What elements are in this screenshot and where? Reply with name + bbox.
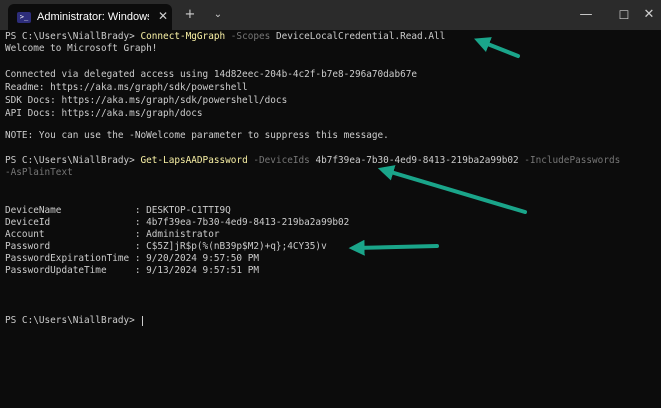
command-line-laps: PS C:\Users\NiallBrady> Get-LapsAADPassw…: [5, 155, 620, 167]
command-line-connect: PS C:\Users\NiallBrady> Connect-MgGraph …: [5, 31, 445, 43]
parameter-continuation: -AsPlainText: [5, 167, 73, 178]
result-row-device-id: DeviceId : 4b7f39ea-7b30-4ed9-8413-219ba…: [5, 217, 350, 228]
title-bar: >_ Administrator: Windows PowerShell ✕ +…: [0, 0, 661, 30]
output-line: Welcome to Microsoft Graph!: [5, 43, 158, 54]
output-line: Readme: https://aka.ms/graph/sdk/powersh…: [5, 82, 248, 93]
parameter: -DeviceIds: [247, 155, 310, 166]
close-window-button[interactable]: ✕: [636, 6, 661, 24]
result-row-account: Account : Administrator: [5, 229, 220, 240]
prompt: PS C:\Users\NiallBrady>: [5, 155, 141, 166]
output-line: Connected via delegated access using 14d…: [5, 69, 418, 80]
argument: DeviceLocalCredential.Read.All: [270, 31, 446, 42]
parameter: -IncludePasswords: [518, 155, 621, 166]
result-row-password: Password : C$5Z]jR$p(%(nB39p$M2)+q};4CY3…: [5, 241, 327, 252]
result-row-expiration: PasswordExpirationTime : 9/20/2024 9:57:…: [5, 253, 259, 264]
minimize-button[interactable]: —: [572, 6, 600, 24]
final-prompt: PS C:\Users\NiallBrady>: [5, 315, 144, 327]
text-cursor: [142, 315, 144, 326]
result-row-update: PasswordUpdateTime : 9/13/2024 9:57:51 P…: [5, 265, 259, 276]
maximize-button[interactable]: ☐: [610, 6, 638, 24]
output-line: NOTE: You can use the -NoWelcome paramet…: [5, 130, 389, 141]
terminal-output[interactable]: PS C:\Users\NiallBrady> Connect-MgGraph …: [0, 30, 661, 408]
prompt: PS C:\Users\NiallBrady>: [5, 31, 141, 42]
parameter: -Scopes: [225, 31, 271, 42]
argument: 4b7f39ea-7b30-4ed9-8413-219ba2a99b02: [309, 155, 519, 166]
result-row-device-name: DeviceName : DESKTOP-C1TTI9Q: [5, 205, 231, 216]
tab-title: Administrator: Windows PowerShell: [37, 11, 149, 23]
command-name: Connect-MgGraph: [140, 31, 226, 42]
new-tab-button[interactable]: +: [181, 6, 199, 24]
terminal-tab[interactable]: >_ Administrator: Windows PowerShell ✕: [8, 4, 172, 30]
close-tab-icon[interactable]: ✕: [156, 9, 170, 23]
command-name: Get-LapsAADPassword: [140, 155, 248, 166]
chevron-down-icon[interactable]: ⌄: [209, 6, 227, 24]
prompt: PS C:\Users\NiallBrady>: [5, 315, 141, 326]
output-line: SDK Docs: https://aka.ms/graph/sdk/power…: [5, 95, 288, 106]
powershell-icon: >_: [17, 12, 31, 23]
output-line: API Docs: https://aka.ms/graph/docs: [5, 108, 203, 119]
